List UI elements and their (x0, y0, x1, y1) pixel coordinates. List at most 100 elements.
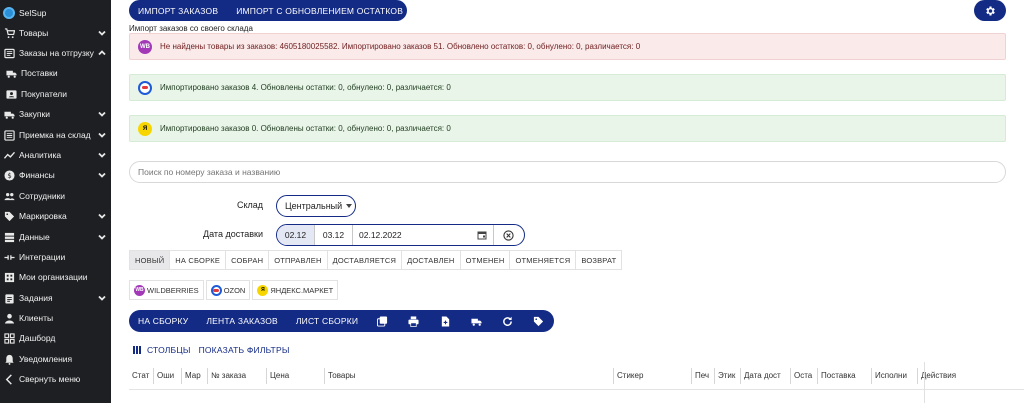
warehouse-select[interactable]: Центральный (276, 195, 356, 217)
tab-marketplace-wildberries[interactable]: WB WILDBERRIES (129, 280, 204, 300)
organization-icon (3, 271, 15, 283)
sidebar-item-marking[interactable]: Маркировка (0, 206, 111, 226)
tab-status-shipped[interactable]: ОТПРАВЛЕН (269, 250, 328, 270)
search-input[interactable] (129, 161, 1006, 183)
column-header-order-number[interactable]: № заказа (208, 367, 267, 384)
column-header-status[interactable]: Стат (129, 367, 154, 384)
yandex-market-logo-icon: Я (138, 121, 152, 136)
sidebar-item-buyers[interactable]: Покупатели (0, 84, 111, 104)
main-content: ИМПОРТ ЗАКАЗОВ ИМПОРТ С ОБНОВЛЕНИЕМ ОСТА… (111, 0, 1024, 403)
sidebar-item-employees[interactable]: Сотрудники (0, 186, 111, 206)
chart-icon (3, 149, 15, 161)
sidebar-item-warehouse-receiving[interactable]: Приемка на склад (0, 125, 111, 145)
refresh-button[interactable] (492, 310, 523, 332)
add-document-button[interactable] (429, 310, 460, 332)
print-icon (408, 315, 419, 327)
tab-status-assembling[interactable]: НА СБОРКЕ (170, 250, 227, 270)
tab-status-returned[interactable]: ВОЗВРАТ (576, 250, 623, 270)
column-header-supply[interactable]: Поставка (818, 367, 872, 384)
columns-icon (133, 346, 143, 354)
sidebar-item-purchases[interactable]: Закупки (0, 104, 111, 124)
tab-label: WILDBERRIES (147, 285, 199, 295)
alert-text: Импортировано заказов 0. Обновлены остат… (160, 124, 451, 133)
show-filters-button[interactable]: ПОКАЗАТЬ ФИЛЬТРЫ (199, 345, 290, 355)
column-header-print[interactable]: Печ (692, 367, 715, 384)
clear-date-button[interactable] (493, 225, 523, 245)
sidebar-item-supplies[interactable]: Поставки (0, 63, 111, 83)
label-button[interactable] (523, 310, 554, 332)
tab-status-delivering[interactable]: ДОСТАВЛЯЕТСЯ (327, 250, 403, 270)
sidebar-item-label: Покупатели (21, 89, 67, 99)
print-button[interactable] (398, 310, 429, 332)
tab-marketplace-yandex[interactable]: Я ЯНДЕКС.МАРКЕТ (252, 280, 339, 300)
sidebar-item-my-organizations[interactable]: Мои организации (0, 267, 111, 287)
delivery-date-input[interactable]: 02.12.2022 (353, 225, 493, 245)
columns-button[interactable]: СТОЛБЦЫ (147, 345, 191, 355)
sidebar-item-dashboard[interactable]: Дашборд (0, 328, 111, 348)
sidebar-item-data[interactable]: Данные (0, 227, 111, 247)
column-header-label[interactable]: Этик (715, 367, 741, 384)
tab-status-assembled[interactable]: СОБРАН (226, 250, 270, 270)
chevron-down-icon (97, 211, 107, 221)
ozon-logo-icon (210, 284, 222, 296)
sidebar-item-label: Поставки (21, 68, 58, 78)
tab-status-new[interactable]: НОВЫЙ (129, 250, 171, 270)
sidebar-item-clients[interactable]: Клиенты (0, 308, 111, 328)
alert-text: Импортировано заказов 4. Обновлены остат… (160, 83, 451, 92)
sidebar-brand[interactable]: SelSup (0, 3, 111, 23)
tab-status-delivered[interactable]: ДОСТАВЛЕН (402, 250, 461, 270)
sidebar-item-collapse-menu[interactable]: Свернуть меню (0, 369, 111, 389)
column-header-sticker[interactable]: Стикер (614, 367, 692, 384)
column-header-products[interactable]: Товары (325, 367, 614, 384)
calendar-icon[interactable] (477, 230, 487, 240)
column-header-stock[interactable]: Оста (791, 367, 818, 384)
person-icon (3, 312, 15, 324)
dashboard-icon (3, 332, 15, 344)
column-header-marketplace[interactable]: Мар (182, 367, 208, 384)
database-icon (3, 231, 15, 243)
orders-feed-button[interactable]: ЛЕНТА ЗАКАЗОВ (197, 310, 287, 332)
import-with-stock-button[interactable]: ИМПОРТ С ОБНОВЛЕНИЕМ ОСТАТКОВ (227, 0, 412, 21)
chevron-down-icon (97, 293, 107, 303)
settings-button[interactable] (974, 0, 1006, 21)
sidebar-item-finance[interactable]: $ Финансы (0, 165, 111, 185)
column-header-errors[interactable]: Оши (154, 367, 182, 384)
dollar-icon: $ (3, 169, 15, 181)
alert-ozon: Импортировано заказов 4. Обновлены остат… (129, 74, 1006, 101)
sidebar-item-label: Сотрудники (19, 191, 66, 201)
contacts-icon (5, 88, 17, 100)
add-document-icon (441, 315, 449, 327)
delivery-date-value: 02.12.2022 (359, 230, 402, 240)
sidebar-item-tasks[interactable]: Задания (0, 288, 111, 308)
sidebar-item-shipment-orders[interactable]: Заказы на отгрузку (0, 43, 111, 63)
warehouse-value: Центральный (285, 201, 343, 211)
sidebar: SelSup Товары Заказы на отгрузку Поставк… (0, 0, 111, 403)
close-circle-icon (503, 229, 514, 241)
table-controls: СТОЛБЦЫ ПОКАЗАТЬ ФИЛЬТРЫ (133, 345, 298, 355)
tab-status-cancelled[interactable]: ОТМЕНЕН (460, 250, 511, 270)
wildberries-logo-icon: WB (138, 39, 152, 54)
chevron-down-icon (97, 150, 107, 160)
chevron-down-icon (97, 130, 107, 140)
sidebar-item-label: Задания (19, 293, 53, 303)
to-assembly-button[interactable]: НА СБОРКУ (129, 310, 197, 332)
tab-marketplace-ozon[interactable]: OZON (205, 280, 251, 300)
column-header-executor[interactable]: Исполни (872, 367, 918, 384)
sidebar-item-label: Данные (19, 232, 50, 242)
assembly-sheet-button[interactable]: ЛИСТ СБОРКИ (287, 310, 367, 332)
date-chip-0212[interactable]: 02.12 (277, 225, 315, 245)
column-header-actions[interactable]: Действия (918, 368, 978, 384)
column-header-delivery-date[interactable]: Дата дост (741, 367, 791, 384)
copy-button[interactable] (367, 310, 398, 332)
cart-icon (3, 27, 15, 39)
sidebar-item-notifications[interactable]: Уведомления (0, 349, 111, 369)
actions-column-divider (924, 362, 925, 403)
import-orders-button[interactable]: ИМПОРТ ЗАКАЗОВ (129, 0, 227, 21)
column-header-price[interactable]: Цена (267, 367, 325, 384)
shipping-button[interactable] (461, 310, 492, 332)
tab-status-cancelling[interactable]: ОТМЕНЯЕТСЯ (510, 250, 577, 270)
sidebar-item-products[interactable]: Товары (0, 23, 111, 43)
sidebar-item-integrations[interactable]: Интеграции (0, 247, 111, 267)
date-chip-0312[interactable]: 03.12 (315, 225, 353, 245)
sidebar-item-analytics[interactable]: Аналитика (0, 145, 111, 165)
